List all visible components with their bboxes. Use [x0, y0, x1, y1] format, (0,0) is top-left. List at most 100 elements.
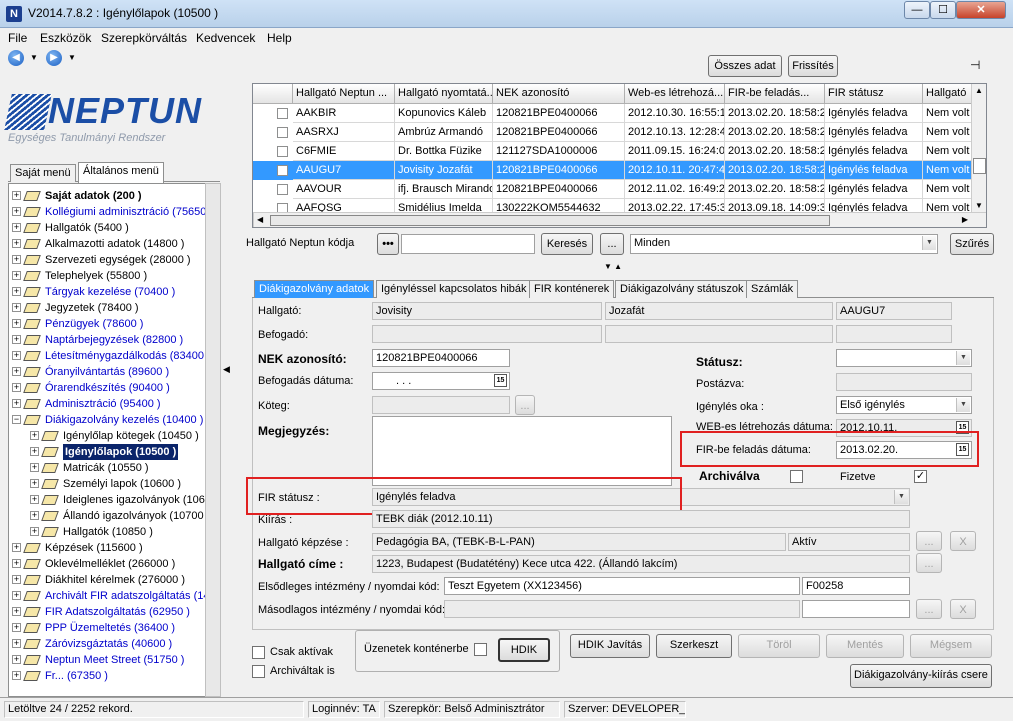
- tree-item[interactable]: + Pénzügyek (78600 ): [9, 316, 205, 332]
- column-header[interactable]: FIR-be feladás...: [725, 84, 825, 104]
- column-header[interactable]: Web-es létrehozá...: [625, 84, 725, 104]
- table-row[interactable]: AAVOUR ifj. Brausch Mirandol 120821BPE0400…: [253, 180, 986, 199]
- ellipsis-button[interactable]: ...: [600, 233, 624, 255]
- expand-icon[interactable]: +: [12, 639, 21, 648]
- row-checkbox[interactable]: [277, 184, 288, 195]
- cim-ellipsis-button[interactable]: ...: [916, 553, 942, 573]
- expand-icon[interactable]: +: [12, 655, 21, 664]
- masodlagos-ellipsis-button[interactable]: ...: [916, 599, 942, 619]
- expand-icon[interactable]: +: [30, 447, 39, 456]
- menu-szerepkorvaltas[interactable]: Szerepkörváltás: [101, 31, 187, 45]
- close-button[interactable]: ✕: [956, 1, 1006, 19]
- tree-item[interactable]: + Szervezeti egységek (28000 ): [9, 252, 205, 268]
- row-checkbox[interactable]: [277, 165, 288, 176]
- tree-item[interactable]: + Saját adatok (200 ): [9, 188, 205, 204]
- tab-fir-kontenerek[interactable]: FIR konténerek: [529, 280, 615, 298]
- expand-icon[interactable]: +: [12, 303, 21, 312]
- elsodleges-field[interactable]: Teszt Egyetem (XX123456): [444, 577, 800, 595]
- expand-icon[interactable]: +: [12, 399, 21, 408]
- tree-item[interactable]: + Jegyzetek (78400 ): [9, 300, 205, 316]
- megjegyzes-textarea[interactable]: [372, 416, 672, 486]
- expand-icon[interactable]: +: [12, 223, 21, 232]
- minimize-button[interactable]: —: [904, 1, 930, 19]
- nek-field[interactable]: 120821BPE0400066: [372, 349, 510, 367]
- back-icon[interactable]: ◀: [8, 50, 24, 66]
- dots-button[interactable]: •••: [377, 233, 399, 255]
- menu-eszkozok[interactable]: Eszközök: [40, 31, 91, 45]
- expand-icon[interactable]: +: [30, 527, 39, 536]
- column-header[interactable]: Hallgató Neptun ...: [293, 84, 395, 104]
- row-checkbox[interactable]: [277, 108, 288, 119]
- scroll-left-icon[interactable]: ◀: [257, 215, 263, 224]
- tab-szamlak[interactable]: Számlák: [746, 280, 799, 298]
- grid-horizontal-scrollbar[interactable]: ◀ ▶: [253, 212, 986, 227]
- masodlagos-code-field[interactable]: [802, 600, 910, 618]
- expand-icon[interactable]: +: [12, 607, 21, 616]
- collapse-down-icon[interactable]: ▼ ▲: [604, 262, 622, 271]
- megsem-button[interactable]: Mégsem: [910, 634, 992, 658]
- scroll-right-icon[interactable]: ▶: [962, 215, 968, 224]
- tree-item[interactable]: + Képzések (115600 ): [9, 540, 205, 556]
- forward-icon[interactable]: ▶: [46, 50, 62, 66]
- expand-icon[interactable]: +: [12, 319, 21, 328]
- tree-item[interactable]: − Diákigazolvány kezelés (10400 ): [9, 412, 205, 428]
- tab-igenylessel-kapcsolatos-hibak[interactable]: Igényléssel kapcsolatos hibák: [376, 280, 532, 298]
- scroll-thumb[interactable]: [270, 215, 830, 226]
- befogadas-datuma-field[interactable]: . . . 15: [372, 372, 510, 390]
- expand-icon[interactable]: +: [12, 335, 21, 344]
- tab-diakigazolvany-adatok[interactable]: Diákigazolvány adatok: [254, 280, 375, 298]
- row-checkbox[interactable]: [277, 146, 288, 157]
- tree-item[interactable]: + Neptun Meet Street (51750 ): [9, 652, 205, 668]
- archivaltak-checkbox[interactable]: [252, 665, 265, 678]
- expand-icon[interactable]: +: [12, 543, 21, 552]
- expand-icon[interactable]: +: [12, 367, 21, 376]
- tab-diakigazolvany-statuszok[interactable]: Diákigazolvány státuszok: [615, 280, 749, 298]
- tree-item[interactable]: + Tárgyak kezelése (70400 ): [9, 284, 205, 300]
- tree-item[interactable]: + Fr... (67350 ): [9, 668, 205, 684]
- scroll-thumb[interactable]: [973, 158, 986, 174]
- mentes-button[interactable]: Mentés: [826, 634, 904, 658]
- hdik-button[interactable]: HDIK: [498, 638, 550, 662]
- dropdown-icon[interactable]: ▼: [894, 490, 908, 504]
- menu-help[interactable]: Help: [267, 31, 292, 45]
- expand-icon[interactable]: +: [12, 575, 21, 584]
- menu-kedvencek[interactable]: Kedvencek: [196, 31, 255, 45]
- expand-icon[interactable]: +: [12, 255, 21, 264]
- csak-aktivak-checkbox[interactable]: [252, 646, 265, 659]
- expand-icon[interactable]: +: [12, 591, 21, 600]
- torol-button[interactable]: Töröl: [738, 634, 820, 658]
- archivalva-checkbox[interactable]: [790, 470, 803, 483]
- kereses-button[interactable]: Keresés: [541, 233, 593, 255]
- tree-item[interactable]: + Állandó igazolványok (10700: [9, 508, 205, 524]
- hdik-javitas-button[interactable]: HDIK Javítás: [570, 634, 650, 658]
- table-row[interactable]: C6FMIE Dr. Bottka Füzike 121127SDA1000006 2…: [253, 142, 986, 161]
- tree-item[interactable]: + Naptárbejegyzések (82800 ): [9, 332, 205, 348]
- expand-icon[interactable]: +: [30, 495, 39, 504]
- kepzes-clear-button[interactable]: X: [950, 531, 976, 551]
- tree-item[interactable]: + Diákhitel kérelmek (276000 ): [9, 572, 205, 588]
- panel-splitter[interactable]: ◀: [222, 52, 232, 700]
- back-dropdown-icon[interactable]: ▼: [30, 53, 38, 62]
- expand-icon[interactable]: +: [12, 351, 21, 360]
- expand-icon[interactable]: +: [12, 623, 21, 632]
- expand-icon[interactable]: +: [30, 479, 39, 488]
- tree-item[interactable]: + Kollégiumi adminisztráció (75650: [9, 204, 205, 220]
- tree-item[interactable]: + Órarendkészítés (90400 ): [9, 380, 205, 396]
- tree-item[interactable]: + PPP Üzemeltetés (36400 ): [9, 620, 205, 636]
- grid-vertical-scrollbar[interactable]: ▲ ▼: [971, 84, 986, 212]
- szerkeszt-button[interactable]: Szerkeszt: [656, 634, 732, 658]
- expand-icon[interactable]: +: [30, 511, 39, 520]
- tree-item[interactable]: + Létesítménygazdálkodás (83400: [9, 348, 205, 364]
- expand-icon[interactable]: +: [12, 191, 21, 200]
- szures-button[interactable]: Szűrés: [950, 233, 994, 255]
- tree-item[interactable]: + Személyi lapok (10600 ): [9, 476, 205, 492]
- osszes-adat-button[interactable]: Összes adat: [708, 55, 782, 77]
- tree-item[interactable]: + Ideiglenes igazolványok (1065: [9, 492, 205, 508]
- fizetve-checkbox[interactable]: ✓: [914, 470, 927, 483]
- expand-icon[interactable]: +: [12, 239, 21, 248]
- expand-icon[interactable]: +: [30, 431, 39, 440]
- table-row[interactable]: AAUGU7 Jovisity Jozafát 120821BPE0400066 20…: [253, 161, 986, 180]
- tab-altalanos-menu[interactable]: Általános menü: [78, 162, 164, 183]
- masodlagos-clear-button[interactable]: X: [950, 599, 976, 619]
- tree-scrollbar[interactable]: [205, 183, 221, 697]
